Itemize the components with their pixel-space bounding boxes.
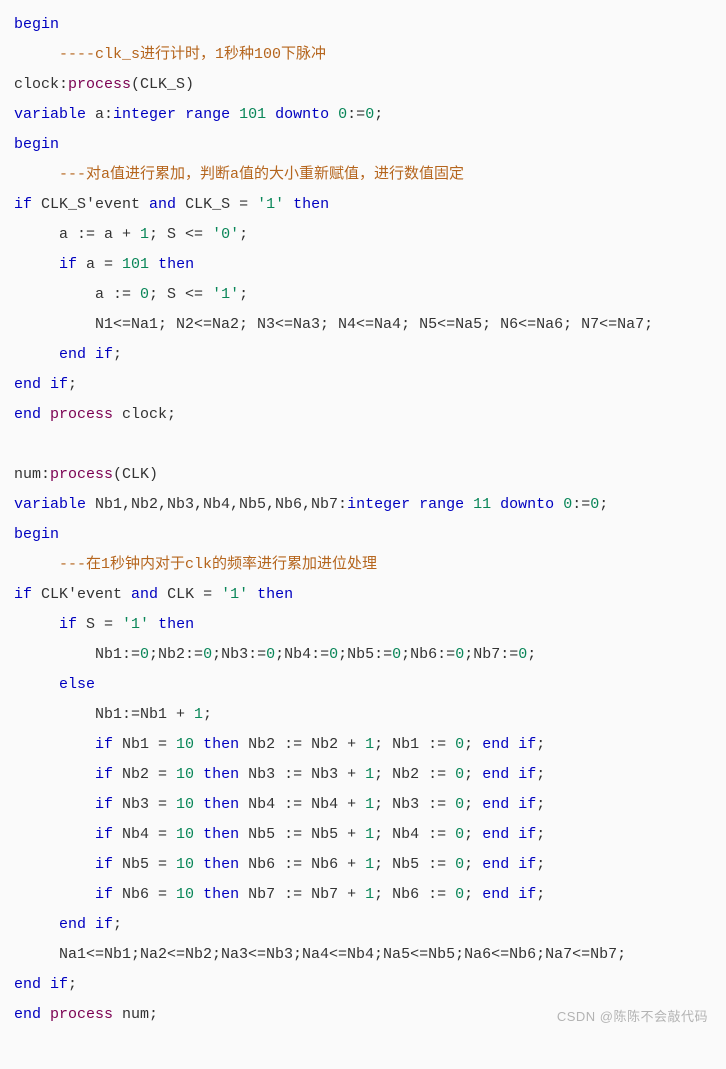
code-line: if Nb3 = 10 then Nb4 := Nb4 + 1; Nb3 := … [14, 790, 712, 820]
code-line: variable Nb1,Nb2,Nb3,Nb4,Nb5,Nb6,Nb7:int… [14, 490, 712, 520]
code-line: end if; [14, 340, 712, 370]
code-line: ---在1秒钟内对于clk的频率进行累加进位处理 [14, 550, 712, 580]
code-line: N1<=Na1; N2<=Na2; N3<=Na3; N4<=Na4; N5<=… [14, 310, 712, 340]
code-line: if Nb6 = 10 then Nb7 := Nb7 + 1; Nb6 := … [14, 880, 712, 910]
code-line: if CLK'event and CLK = '1' then [14, 580, 712, 610]
code-line: begin [14, 520, 712, 550]
code-line: if a = 101 then [14, 250, 712, 280]
code-line: else [14, 670, 712, 700]
code-line [14, 430, 712, 460]
code-line: begin [14, 10, 712, 40]
code-line: if Nb4 = 10 then Nb5 := Nb5 + 1; Nb4 := … [14, 820, 712, 850]
code-line: end if; [14, 370, 712, 400]
code-line: if Nb1 = 10 then Nb2 := Nb2 + 1; Nb1 := … [14, 730, 712, 760]
code-line: if S = '1' then [14, 610, 712, 640]
code-block: begin ----clk_s进行计时，1秒种100下脉冲clock:proce… [14, 10, 712, 1030]
code-line: end if; [14, 910, 712, 940]
code-line: Nb1:=Nb1 + 1; [14, 700, 712, 730]
code-line: if CLK_S'event and CLK_S = '1' then [14, 190, 712, 220]
code-line: ---对a值进行累加，判断a值的大小重新赋值，进行数值固定 [14, 160, 712, 190]
code-line: Na1<=Nb1;Na2<=Nb2;Na3<=Nb3;Na4<=Nb4;Na5<… [14, 940, 712, 970]
code-line: end if; [14, 970, 712, 1000]
code-line: clock:process(CLK_S) [14, 70, 712, 100]
code-line: a := a + 1; S <= '0'; [14, 220, 712, 250]
code-line: begin [14, 130, 712, 160]
code-line: end process clock; [14, 400, 712, 430]
code-line: ----clk_s进行计时，1秒种100下脉冲 [14, 40, 712, 70]
code-line: if Nb5 = 10 then Nb6 := Nb6 + 1; Nb5 := … [14, 850, 712, 880]
code-line: variable a:integer range 101 downto 0:=0… [14, 100, 712, 130]
code-line: a := 0; S <= '1'; [14, 280, 712, 310]
code-line: if Nb2 = 10 then Nb3 := Nb3 + 1; Nb2 := … [14, 760, 712, 790]
code-line: end process num; [14, 1000, 712, 1030]
code-line: num:process(CLK) [14, 460, 712, 490]
code-line: Nb1:=0;Nb2:=0;Nb3:=0;Nb4:=0;Nb5:=0;Nb6:=… [14, 640, 712, 670]
